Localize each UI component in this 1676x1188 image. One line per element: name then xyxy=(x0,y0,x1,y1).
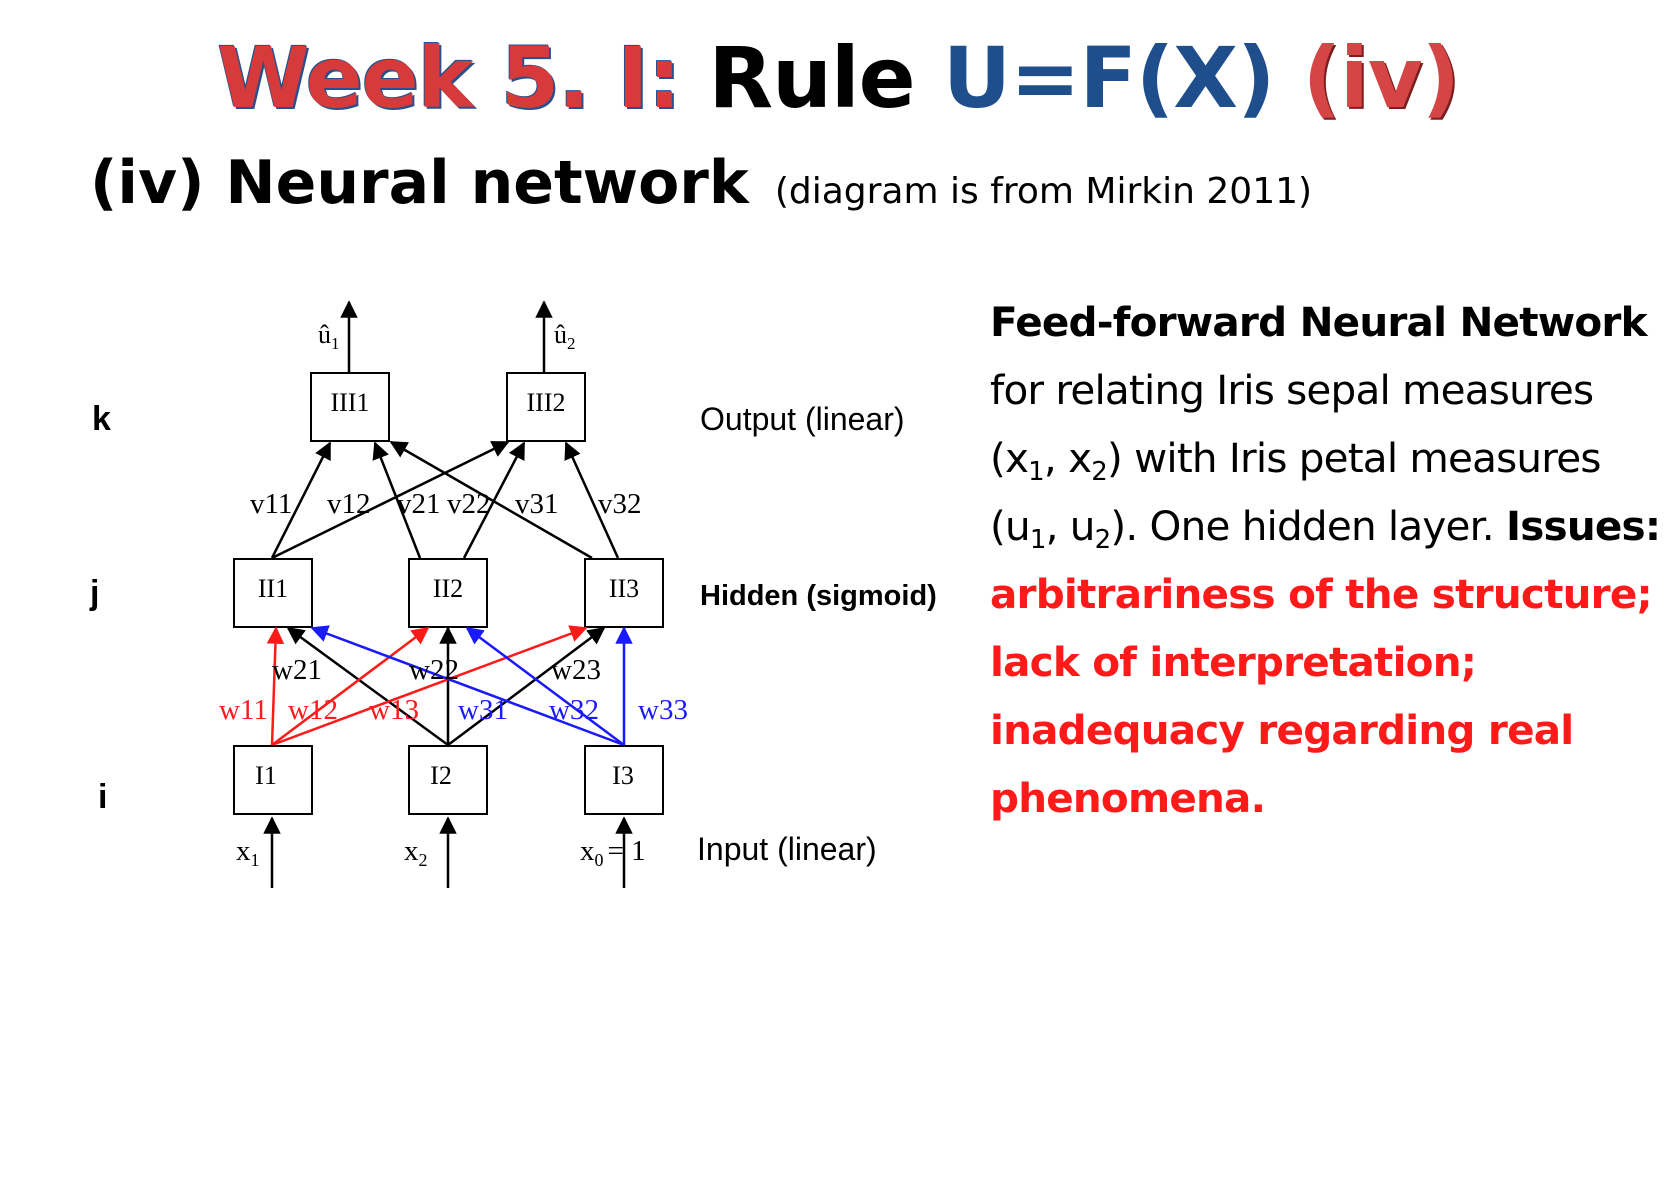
weight-w13: w13 xyxy=(369,694,419,726)
title-iv: (iv) xyxy=(1274,29,1460,127)
node-I1-label: I1 xyxy=(255,761,277,790)
weight-w31: w31 xyxy=(458,694,508,726)
input-label-x2: x2 xyxy=(404,835,428,870)
edge-w12 xyxy=(271,626,430,746)
edge-w11 xyxy=(266,626,285,746)
description-sub1: 1 xyxy=(1028,457,1045,487)
weight-w22: w22 xyxy=(409,654,459,686)
edge-w13 xyxy=(271,625,588,747)
node-III2-label: III2 xyxy=(527,388,566,417)
description-part3: ). One hidden layer. xyxy=(1110,502,1506,550)
output-label-u1: û1 xyxy=(318,320,340,353)
description-sep2: , u xyxy=(1045,502,1096,550)
output-layer-label: Output (linear) xyxy=(700,401,905,437)
row-label-j: j xyxy=(89,574,99,612)
weight-v11: v11 xyxy=(250,488,292,520)
weight-w33: w33 xyxy=(638,694,688,726)
node-II3-label: II3 xyxy=(609,574,639,603)
weight-v31: v31 xyxy=(515,488,559,520)
weight-v32: v32 xyxy=(598,488,642,520)
neural-network-diagram: k j i û1 û2 III1 III2 Output (linear) v1… xyxy=(89,300,937,888)
weight-v22: v22 xyxy=(447,488,491,520)
weight-w11: w11 xyxy=(219,694,268,726)
weight-w21: w21 xyxy=(272,654,322,686)
node-I2-label: I2 xyxy=(430,761,452,790)
weight-w23: w23 xyxy=(551,654,601,686)
issues-text: arbitrariness of the structure; lack of … xyxy=(990,570,1653,822)
input-layer-label: Input (linear) xyxy=(697,831,877,867)
edge-w31 xyxy=(310,625,625,747)
row-label-k: k xyxy=(92,400,111,438)
weight-w12: w12 xyxy=(288,694,338,726)
output-label-u2: û2 xyxy=(554,320,576,353)
row-label-i: i xyxy=(98,778,107,816)
description-sub4: 2 xyxy=(1094,525,1112,555)
node-II2-label: II2 xyxy=(433,574,463,603)
input-label-x0: x0 = 1 xyxy=(580,835,646,870)
input-label-x1: x1 xyxy=(236,835,260,870)
hidden-layer-label: Hidden (sigmoid) xyxy=(700,580,937,612)
node-I3-label: I3 xyxy=(612,761,634,790)
description-sep1: , x xyxy=(1043,434,1092,482)
weight-w32: w32 xyxy=(549,694,599,726)
description-text: Feed-forward Neural Network for relating… xyxy=(990,288,1670,832)
node-III1-label: III1 xyxy=(331,388,370,417)
node-II1-label: II1 xyxy=(258,574,288,603)
edge-w21 xyxy=(286,626,449,747)
description-sub3: 1 xyxy=(1029,525,1047,555)
description-title: Feed-forward Neural Network xyxy=(990,298,1648,346)
issues-label: Issues: xyxy=(1505,502,1661,550)
description-sub2: 2 xyxy=(1091,457,1108,487)
weight-v12: v12 xyxy=(327,488,371,520)
weight-v21: v21 xyxy=(397,488,441,520)
edge-w32 xyxy=(465,626,625,747)
